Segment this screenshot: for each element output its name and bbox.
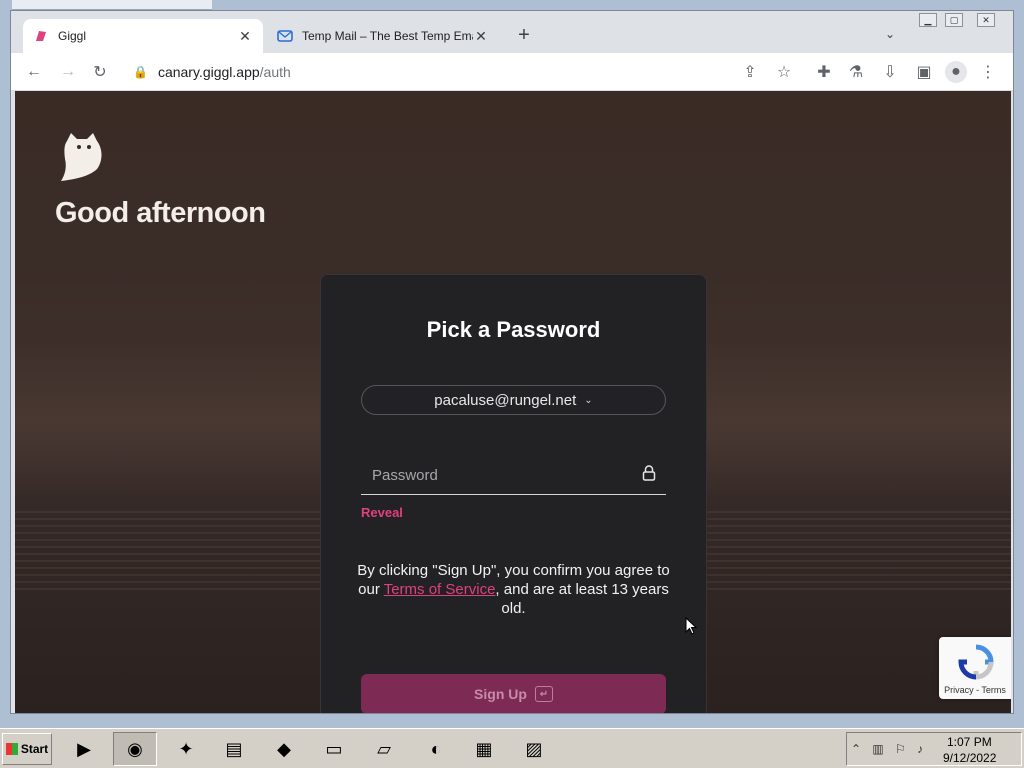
tray-icons[interactable]: ⌃ ▥ ⚐ ♪ <box>851 742 927 756</box>
terms-notice: By clicking "Sign Up", you confirm you a… <box>351 561 676 618</box>
giggl-ghost-logo-icon <box>61 133 102 181</box>
system-monitor-icon[interactable]: ▨ <box>512 732 556 766</box>
sign-up-button[interactable]: Sign Up ↵ <box>361 674 666 713</box>
window-close-button[interactable]: ✕ <box>977 13 995 27</box>
page-viewport: Good afternoon Pick a Password pacaluse@… <box>15 91 1011 713</box>
side-panel-icon[interactable]: ▣ <box>913 61 935 83</box>
account-email: pacaluse@rungel.net <box>434 391 577 409</box>
extensions-icon[interactable]: ✚ <box>813 61 835 83</box>
browser-window: ▁ ▢ ✕ Giggl ✕ Temp Mail – The Best Temp … <box>10 10 1014 714</box>
auth-card: Pick a Password pacaluse@rungel.net ⌄ Re… <box>320 274 707 713</box>
profile-avatar-icon[interactable]: ● <box>945 61 967 83</box>
account-email-dropdown[interactable]: pacaluse@rungel.net ⌄ <box>361 385 666 415</box>
bookmark-star-icon[interactable]: ☆ <box>773 61 795 83</box>
menu-kebab-icon[interactable]: ⋮ <box>977 61 999 83</box>
enter-key-icon: ↵ <box>534 686 553 702</box>
forward-icon[interactable]: → <box>57 61 79 83</box>
giggl-favicon-icon <box>33 28 49 44</box>
url-path: /auth <box>259 64 291 80</box>
password-field <box>361 455 666 495</box>
background-window-edge <box>12 0 212 10</box>
game-kart-icon[interactable]: ✦ <box>164 732 208 766</box>
temp-mail-favicon-icon <box>277 28 293 44</box>
minimize-button[interactable]: ▁ <box>919 13 937 27</box>
media-player-icon[interactable]: ▶ <box>62 732 106 766</box>
windows-flag-icon <box>5 743 18 755</box>
command-prompt-icon[interactable]: ▭ <box>312 732 356 766</box>
tab-temp-mail[interactable]: Temp Mail – The Best Temp Email ✕ <box>267 19 499 53</box>
tab-giggl[interactable]: Giggl ✕ <box>23 19 263 53</box>
system-tray: ⌃ ▥ ⚐ ♪ 1:07 PM 9/12/2022 <box>846 732 1022 766</box>
tab-search-chevron-icon[interactable]: ⌄ <box>885 27 895 41</box>
7zip-icon[interactable]: ▦ <box>462 732 506 766</box>
clock-date[interactable]: 9/12/2022 <box>943 751 996 765</box>
card-title: Pick a Password <box>426 317 601 342</box>
clock-time[interactable]: 1:07 PM <box>947 735 992 749</box>
tab-close-icon[interactable]: ✕ <box>237 28 253 45</box>
start-button[interactable]: Start <box>2 733 52 765</box>
start-label: Start <box>20 742 49 756</box>
recaptcha-badge[interactable]: Privacy - Terms <box>939 637 1011 699</box>
share-icon[interactable]: ⇪ <box>739 61 761 83</box>
recaptcha-icon <box>958 644 994 680</box>
padlock-icon <box>642 465 656 481</box>
reveal-password-link[interactable]: Reveal <box>361 505 403 520</box>
sign-up-label: Sign Up <box>474 686 527 702</box>
tab-title: Giggl <box>58 29 87 43</box>
reload-icon[interactable]: ↻ <box>89 61 111 83</box>
browser-toolbar: ← → ↻ 🔒 canary.giggl.app/auth ⇪ ☆ ✚ ⚗ ⇩ … <box>11 53 1013 91</box>
firefox-icon[interactable]: ◐ <box>414 732 458 766</box>
tab-bar: ▁ ▢ ✕ Giggl ✕ Temp Mail – The Best Temp … <box>11 11 1013 53</box>
notepad-icon[interactable]: ▱ <box>362 732 406 766</box>
terms-text-after: , and are at least 13 years old. <box>495 581 669 617</box>
taskbar: Start ▶ ◉ ✦ ▤ ◆ ▭ ▱ ◐ ▦ ▨ ⌃ ▥ ⚐ ♪ 1:07 P… <box>0 728 1024 768</box>
tab-close-icon[interactable]: ✕ <box>473 28 489 45</box>
chrome-icon[interactable]: ◉ <box>113 732 157 766</box>
url-host: canary.giggl.app <box>157 64 260 80</box>
downloads-icon[interactable]: ⇩ <box>879 61 901 83</box>
new-tab-button[interactable]: + <box>513 25 535 47</box>
lock-icon: 🔒 <box>133 65 148 79</box>
recaptcha-privacy-terms[interactable]: Privacy - Terms <box>939 685 1011 695</box>
mouse-cursor-icon <box>685 617 697 635</box>
file-explorer-icon[interactable]: ▤ <box>212 732 256 766</box>
labs-flask-icon[interactable]: ⚗ <box>845 61 867 83</box>
inkscape-icon[interactable]: ◆ <box>262 732 306 766</box>
tab-title: Temp Mail – The Best Temp Email <box>302 29 473 43</box>
maximize-button[interactable]: ▢ <box>945 13 963 27</box>
back-icon[interactable]: ← <box>23 61 45 83</box>
terms-of-service-link[interactable]: Terms of Service <box>384 581 496 598</box>
greeting-heading: Good afternoon <box>55 197 266 229</box>
password-input[interactable] <box>361 461 631 489</box>
chevron-down-icon: ⌄ <box>584 394 593 406</box>
address-bar[interactable]: 🔒 canary.giggl.app/auth <box>127 57 807 87</box>
